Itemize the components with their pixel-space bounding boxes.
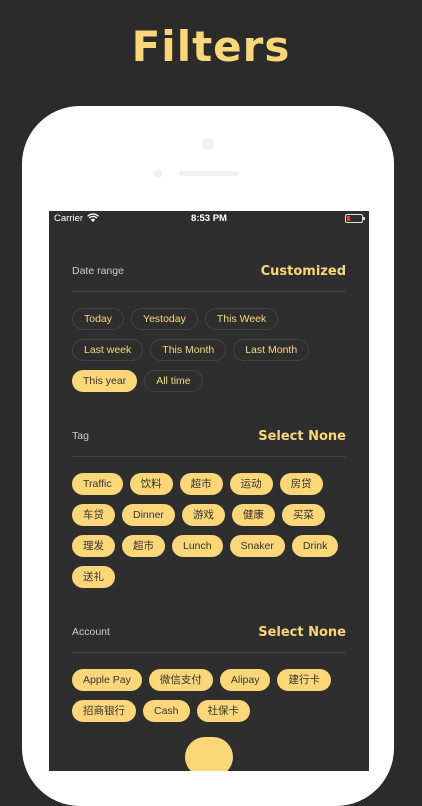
- customized-button[interactable]: Customized: [261, 264, 346, 279]
- date-range-chip[interactable]: This Month: [150, 339, 227, 361]
- status-bar: Carrier 8:53 PM: [49, 211, 369, 227]
- tag-chip[interactable]: 车贷: [72, 504, 115, 526]
- speaker-grille: [179, 171, 239, 176]
- date-range-chip[interactable]: Today: [72, 308, 125, 330]
- tag-chip[interactable]: Traffic: [72, 473, 123, 495]
- date-range-chip[interactable]: All time: [144, 370, 203, 392]
- date-range-chip[interactable]: Last week: [72, 339, 144, 361]
- account-chip[interactable]: Cash: [143, 700, 190, 722]
- date-range-chip[interactable]: This year: [72, 370, 138, 392]
- tag-header: Tag Select None: [72, 420, 346, 457]
- tag-select-none-button[interactable]: Select None: [258, 429, 346, 444]
- tag-label: Tag: [72, 430, 89, 442]
- tag-chip[interactable]: 运动: [229, 473, 273, 495]
- date-range-chip[interactable]: This Week: [204, 308, 279, 330]
- tag-chip[interactable]: Drink: [291, 535, 339, 557]
- date-range-header: Date range Customized: [72, 255, 346, 292]
- sensor-dot: [153, 169, 162, 178]
- account-chip[interactable]: 微信支付: [148, 669, 213, 691]
- tag-chip[interactable]: 超市: [179, 473, 223, 495]
- battery-icon: [345, 214, 365, 223]
- tag-chip[interactable]: 游戏: [181, 504, 225, 526]
- tag-chip[interactable]: 健康: [231, 504, 275, 526]
- tag-chip[interactable]: 买菜: [281, 504, 325, 526]
- tag-chip[interactable]: 饮料: [129, 473, 173, 495]
- tag-chips: Traffic 饮料 超市 运动 房贷 车贷 Dinner 游戏 健康 买菜 理发 超市 Lunch Sn…: [72, 473, 351, 588]
- date-range-chips: Today Yestoday This Week Last week This Mont…: [72, 308, 351, 392]
- account-chip[interactable]: Apple Pay: [72, 669, 142, 691]
- date-range-chip[interactable]: Last Month: [233, 339, 310, 361]
- account-chip[interactable]: Alipay: [219, 669, 271, 691]
- account-chips: Apple Pay 微信支付 Alipay 建行卡招商银行 Cash 社保卡: [72, 669, 351, 722]
- tag-chip[interactable]: Snaker: [229, 535, 285, 557]
- tag-chip[interactable]: Lunch: [172, 535, 223, 557]
- account-label: Account: [72, 626, 110, 638]
- camera-dot: [202, 138, 214, 150]
- account-select-none-button[interactable]: Select None: [258, 625, 346, 640]
- date-range-label: Date range: [72, 265, 124, 277]
- tag-chip[interactable]: 房贷: [279, 473, 323, 495]
- account-chip[interactable]: 建行卡: [277, 669, 331, 691]
- tag-chip[interactable]: Dinner: [122, 504, 175, 526]
- status-time: 8:53 PM: [191, 213, 227, 224]
- tag-chip[interactable]: 理发: [72, 535, 115, 557]
- tag-chip[interactable]: 超市: [122, 535, 165, 557]
- promo-title: Filters: [131, 22, 291, 71]
- account-header: Account Select None: [72, 616, 346, 653]
- date-range-chip[interactable]: Yestoday: [131, 308, 198, 330]
- app-screen: Carrier 8:53 PM Date range Customized To…: [49, 211, 369, 771]
- tag-chip[interactable]: 送礼: [72, 566, 115, 588]
- account-chip[interactable]: 社保卡: [196, 700, 251, 722]
- account-chip[interactable]: 招商银行: [72, 700, 136, 722]
- apply-button[interactable]: [185, 737, 233, 771]
